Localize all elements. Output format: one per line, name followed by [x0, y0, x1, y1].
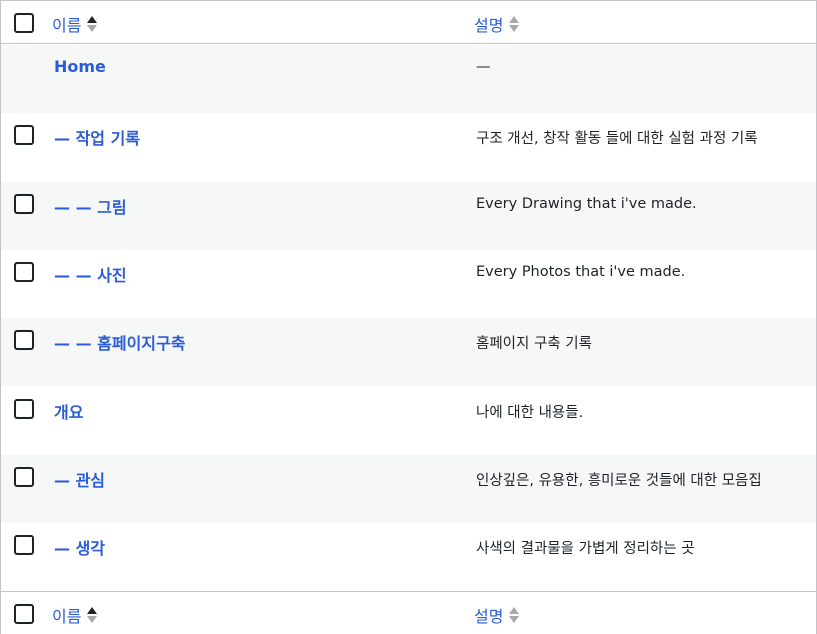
sort-arrows-icon [509, 607, 520, 623]
table-row: — — 사진 Every Photos that i've made. [1, 250, 816, 318]
row-name-link[interactable]: Home [54, 57, 106, 76]
column-description-label: 설명 [474, 16, 504, 35]
row-name-link[interactable]: — 관심 [54, 467, 105, 491]
row-description: — [476, 59, 491, 75]
row-checkbox[interactable] [14, 467, 34, 487]
row-checkbox[interactable] [14, 330, 34, 350]
categories-table: 이름 설명 Home — — 작업 기록 구조 개선, 창작 활동 들에 대한 … [0, 0, 817, 634]
row-checkbox[interactable] [14, 399, 34, 419]
row-checkbox[interactable] [14, 125, 34, 145]
row-checkbox[interactable] [14, 535, 34, 555]
sort-arrows-icon [87, 607, 98, 623]
row-name-link[interactable]: — — 그림 [54, 194, 127, 218]
row-name-link[interactable]: — — 사진 [54, 262, 127, 286]
row-name-link[interactable]: 개요 [54, 399, 83, 423]
sort-arrows-icon [509, 16, 520, 32]
table-footer: 이름 설명 [1, 591, 816, 634]
select-all-checkbox-footer[interactable] [14, 604, 34, 624]
table-row: Home — [1, 45, 816, 113]
row-checkbox[interactable] [14, 262, 34, 282]
sort-by-description-link[interactable]: 설명 [474, 12, 520, 36]
row-description: Every Drawing that i've made. [476, 196, 697, 212]
table-header: 이름 설명 [1, 1, 816, 44]
column-name-label: 이름 [52, 16, 82, 35]
table-row: — 관심 인상깊은, 유용한, 흥미로운 것들에 대한 모음집 [1, 455, 816, 523]
row-description: Every Photos that i've made. [476, 264, 686, 280]
column-name-label: 이름 [52, 607, 82, 626]
row-description: 홈페이지 구축 기록 [476, 336, 592, 352]
sort-by-description-link-footer[interactable]: 설명 [474, 603, 520, 627]
column-description-label: 설명 [474, 607, 504, 626]
sort-by-name-link[interactable]: 이름 [52, 12, 98, 36]
sort-arrows-icon [87, 16, 98, 32]
row-name-link[interactable]: — — 홈페이지구축 [54, 330, 185, 354]
row-name-link[interactable]: — 생각 [54, 535, 105, 559]
table-row: — 작업 기록 구조 개선, 창작 활동 들에 대한 실험 과정 기록 [1, 113, 816, 181]
row-description: 인상깊은, 유용한, 흥미로운 것들에 대한 모음집 [476, 473, 762, 489]
row-description: 구조 개선, 창작 활동 들에 대한 실험 과정 기록 [476, 131, 758, 147]
table-row: — — 홈페이지구축 홈페이지 구축 기록 [1, 318, 816, 386]
row-description: 사색의 결과물을 가볍게 정리하는 곳 [476, 541, 695, 557]
row-checkbox[interactable] [14, 194, 34, 214]
row-name-link[interactable]: — 작업 기록 [54, 125, 140, 149]
select-all-checkbox[interactable] [14, 13, 34, 33]
table-row: — 생각 사색의 결과물을 가볍게 정리하는 곳 [1, 523, 816, 591]
row-description: 나에 대한 내용들. [476, 405, 584, 421]
table-row: — — 그림 Every Drawing that i've made. [1, 182, 816, 250]
sort-by-name-link-footer[interactable]: 이름 [52, 603, 98, 627]
table-row: 개요 나에 대한 내용들. [1, 387, 816, 455]
